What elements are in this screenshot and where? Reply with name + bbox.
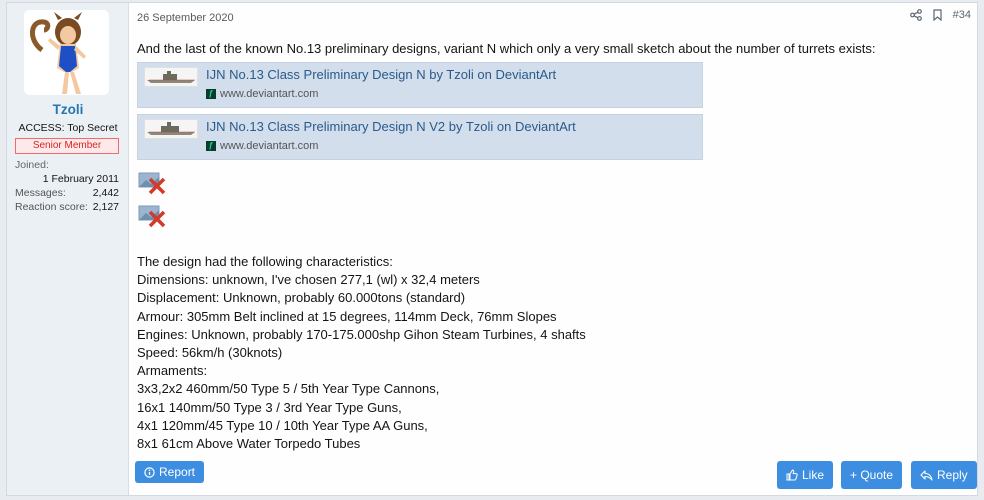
- messages-value[interactable]: 2,442: [93, 186, 119, 200]
- user-stats: Joined: 1 February 2011 Messages: 2,442 …: [15, 158, 119, 214]
- embed-link-2[interactable]: IJN No.13 Class Preliminary Design N V2 …: [137, 114, 703, 160]
- quote-button[interactable]: + Quote: [841, 461, 903, 489]
- broken-image-icon[interactable]: [138, 204, 166, 228]
- desc-line: Armaments:: [137, 363, 208, 379]
- desc-line: Speed: 56km/h (30knots): [137, 345, 283, 361]
- user-sidebar: Tzoli ACCESS: Top Secret Senior Member J…: [7, 3, 129, 495]
- user-banner: Senior Member: [15, 138, 119, 154]
- messages-row: Messages: 2,442: [15, 186, 119, 200]
- desc-line: 4x1 120mm/45 Type 10 / 10th Year Type AA…: [137, 417, 428, 433]
- reply-icon: [920, 470, 933, 481]
- embed-link-1[interactable]: IJN No.13 Class Preliminary Design N by …: [137, 62, 703, 108]
- joined-label: Joined:: [15, 159, 49, 171]
- embed-site: ƒ www.deviantart.com: [206, 88, 318, 100]
- deviantart-icon: ƒ: [206, 89, 216, 99]
- post-number[interactable]: #34: [953, 9, 971, 21]
- desc-line: Engines: Unknown, probably 170-175.000sh…: [137, 326, 586, 342]
- report-label: Report: [159, 465, 196, 479]
- username[interactable]: Tzoli: [7, 102, 129, 117]
- post-header-actions: #34: [909, 9, 971, 21]
- desc-line: The design had the following characteris…: [137, 254, 393, 269]
- broken-image-icon[interactable]: [138, 171, 166, 195]
- post-intro: And the last of the known No.13 prelimin…: [137, 41, 876, 56]
- desc-line: Displacement: Unknown, probably 60.000to…: [137, 290, 466, 306]
- like-label: Like: [802, 468, 825, 482]
- reaction-value: 2,127: [92, 201, 119, 213]
- desc-line: Dimensions: unknown, I've chosen 277,1 (…: [137, 272, 480, 288]
- embed-site-label: www.deviantart.com: [220, 140, 319, 152]
- messages-label: Messages:: [15, 187, 66, 199]
- bookmark-icon[interactable]: [932, 9, 943, 21]
- avatar[interactable]: [24, 10, 109, 95]
- report-button[interactable]: Report: [135, 461, 205, 483]
- user-title: ACCESS: Top Secret: [18, 122, 118, 134]
- post-main: 26 September 2020 #34 And the last of th…: [129, 3, 977, 495]
- quote-label: + Quote: [850, 468, 894, 482]
- embed-site: ƒ www.deviantart.com: [206, 140, 318, 152]
- desc-line: 16x1 140mm/50 Type 3 / 3rd Year Type Gun…: [137, 399, 402, 415]
- post-description: The design had the following characteris…: [137, 253, 586, 453]
- reaction-row: Reaction score: 2,127: [15, 200, 119, 214]
- share-icon[interactable]: [909, 9, 922, 21]
- embed-thumbnail: [144, 67, 198, 87]
- embed-site-label: www.deviantart.com: [220, 88, 319, 100]
- desc-line: 8x1 61cm Above Water Torpedo Tubes: [137, 436, 361, 452]
- thumbs-up-icon: [786, 469, 798, 481]
- info-icon: [144, 466, 155, 478]
- embed-thumbnail: [144, 119, 198, 139]
- desc-line: 3x3,2x2 460mm/50 Type 5 / 5th Year Type …: [137, 381, 440, 397]
- reply-button[interactable]: Reply: [911, 461, 977, 489]
- reaction-label: Reaction score:: [15, 201, 88, 213]
- embed-title[interactable]: IJN No.13 Class Preliminary Design N by …: [206, 67, 556, 82]
- embed-title[interactable]: IJN No.13 Class Preliminary Design N V2 …: [206, 119, 576, 134]
- deviantart-icon: ƒ: [206, 141, 216, 151]
- desc-line: Armour: 305mm Belt inclined at 15 degree…: [137, 308, 557, 324]
- post-date[interactable]: 26 September 2020: [137, 12, 234, 24]
- like-button[interactable]: Like: [777, 461, 834, 489]
- joined-value: 1 February 2011: [42, 173, 119, 185]
- reply-label: Reply: [937, 468, 968, 482]
- post: Tzoli ACCESS: Top Secret Senior Member J…: [6, 2, 978, 496]
